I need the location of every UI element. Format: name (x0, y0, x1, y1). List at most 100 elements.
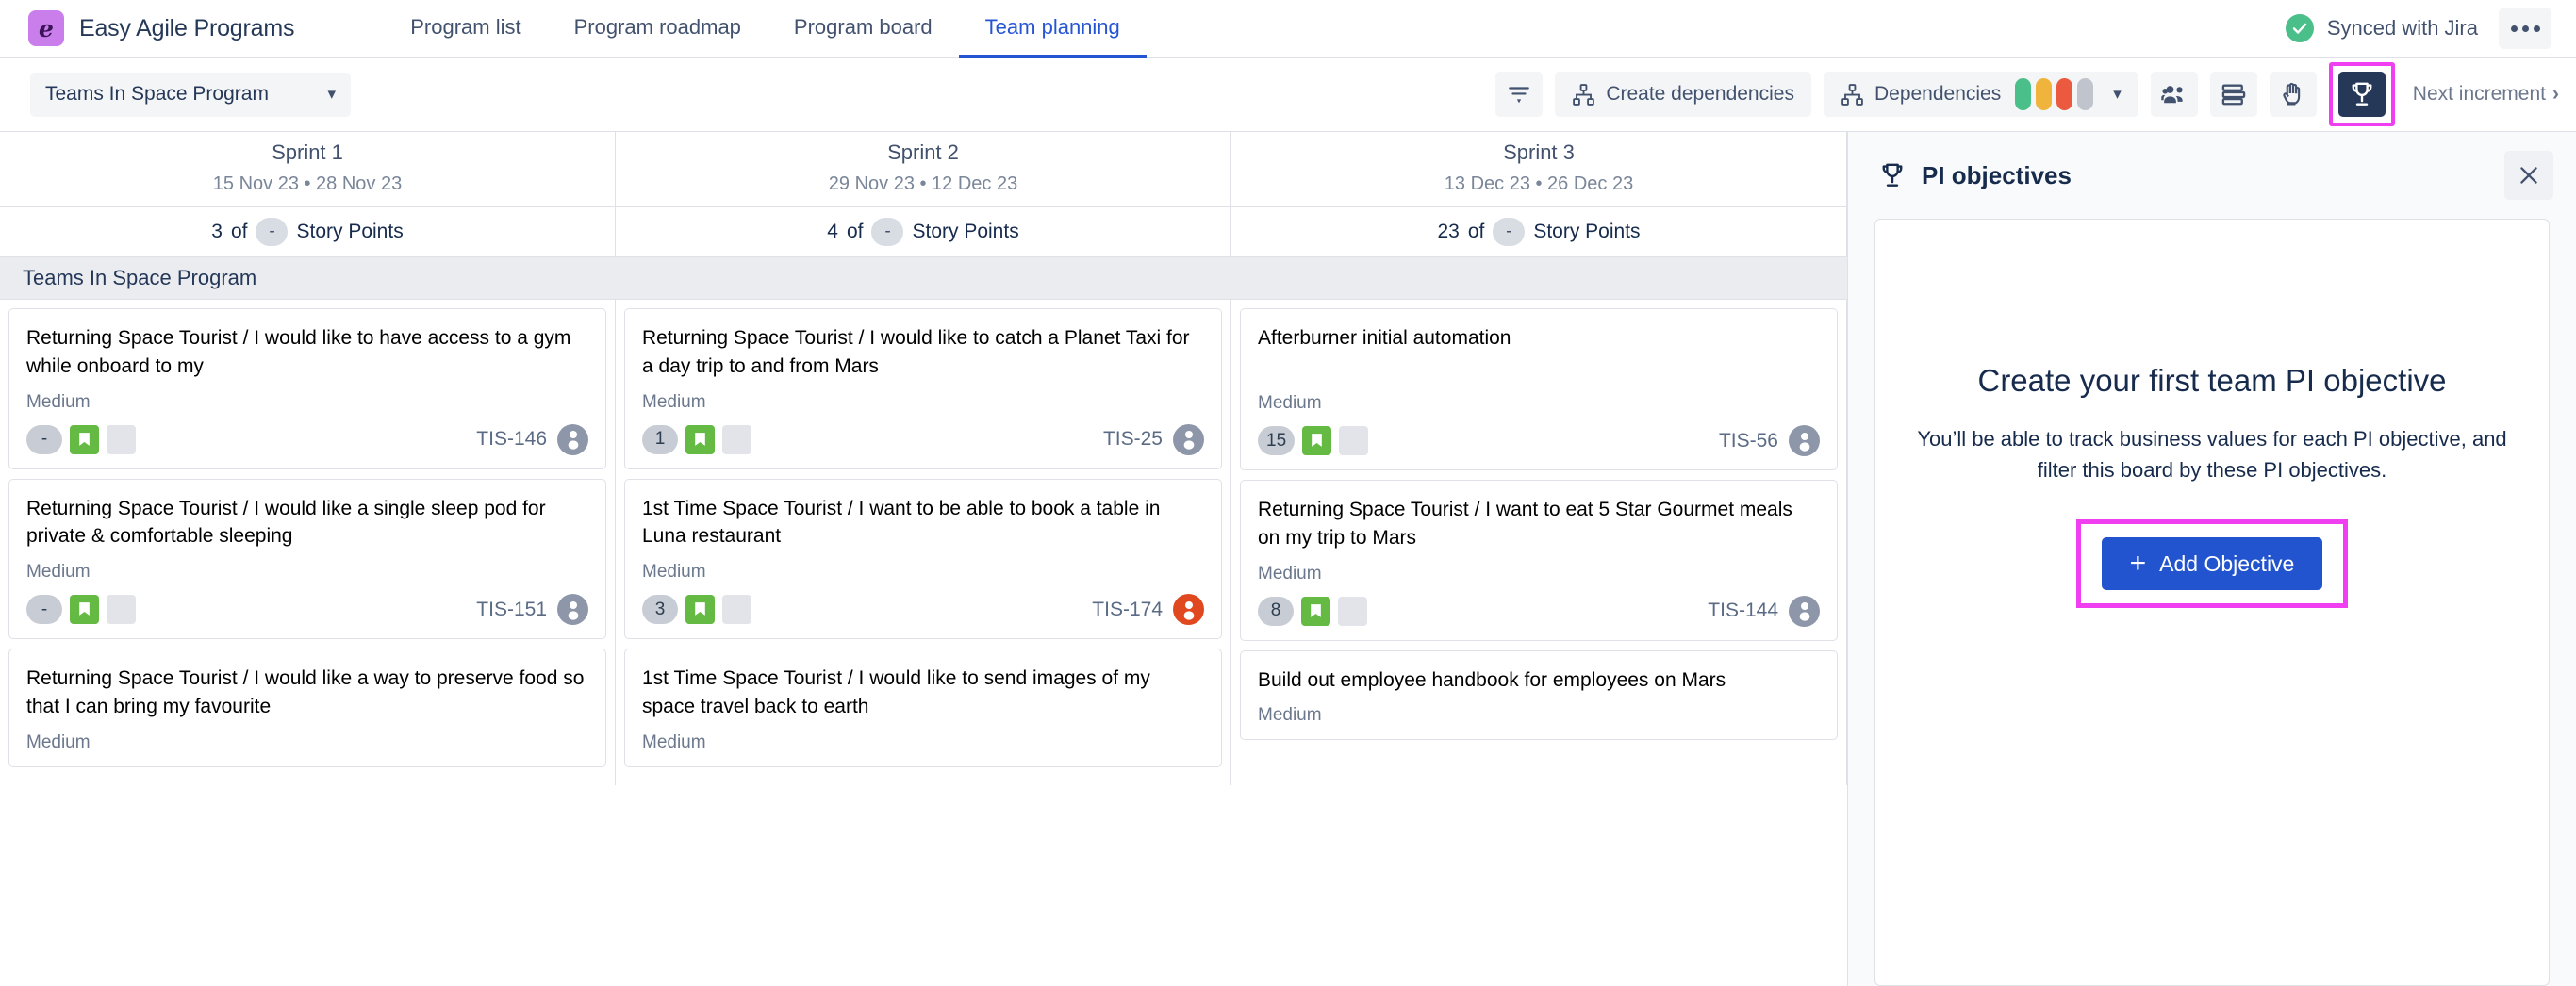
toolbar-actions: Create dependencies Dependencies ▾ Next … (1495, 62, 2576, 126)
program-select[interactable]: Teams In Space Program ▾ (30, 72, 351, 117)
dependencies-filter-button[interactable]: Dependencies ▾ (1823, 72, 2138, 117)
avatar[interactable] (1789, 595, 1820, 627)
sync-status: Synced with Jira (2285, 14, 2478, 42)
avatar[interactable] (557, 594, 588, 626)
swimlane-header[interactable]: Teams In Space Program (0, 257, 1847, 300)
points-done: 3 (211, 221, 223, 242)
issue-card[interactable]: 1st Time Space Tourist / I would like to… (624, 649, 1222, 767)
estimate-pill[interactable]: 3 (642, 595, 678, 625)
pan-hand-button[interactable] (2269, 72, 2317, 117)
estimate-pill[interactable]: 8 (1258, 596, 1294, 626)
story-points-row: 3 of - Story Points 4 of - Story Points … (0, 207, 1847, 257)
card-footer: 3 TIS-174 (642, 594, 1204, 626)
estimate-pill[interactable]: 1 (642, 424, 678, 454)
avatar[interactable] (1789, 425, 1820, 456)
issue-card[interactable]: Afterburner initial automation Medium 15… (1240, 308, 1838, 470)
story-type-icon (685, 424, 715, 454)
points-of-label: of (1467, 221, 1485, 242)
empty-state-title: Create your first team PI objective (1977, 363, 2447, 398)
brand-name: Easy Agile Programs (79, 14, 295, 41)
sprint-columns: Returning Space Tourist / I would like t… (0, 300, 1847, 785)
plus-icon: + (2129, 548, 2147, 579)
board-toolbar: Teams In Space Program ▾ Create dependen… (0, 58, 2576, 132)
estimate-pill[interactable]: - (26, 595, 62, 625)
sprint-name: Sprint 1 (272, 140, 343, 164)
tab-team-planning[interactable]: Team planning (958, 0, 1147, 58)
card-priority: Medium (642, 391, 706, 412)
issue-card[interactable]: Returning Space Tourist / I would like a… (8, 649, 606, 767)
issue-card[interactable]: Returning Space Tourist / I want to eat … (1240, 480, 1838, 641)
card-title: Build out employee handbook for employee… (1258, 668, 1726, 691)
issue-card[interactable]: Returning Space Tourist / I would like t… (624, 308, 1222, 469)
issue-card[interactable]: Returning Space Tourist / I would like t… (8, 308, 606, 469)
swatch-amber (2036, 78, 2053, 110)
dependencies-tree-icon (1841, 83, 1863, 106)
issue-card[interactable]: Build out employee handbook for employee… (1240, 649, 1838, 741)
dependencies-tree-icon (1573, 83, 1595, 106)
filter-button[interactable] (1495, 72, 1544, 117)
card-footer: 1 TIS-25 (642, 423, 1204, 455)
sprint-dates: 13 Dec 23 • 26 Dec 23 (1444, 173, 1634, 194)
sprint-column-header[interactable]: Sprint 1 15 Nov 23 • 28 Nov 23 (0, 132, 616, 206)
points-of-label: of (846, 221, 864, 242)
tab-program-roadmap[interactable]: Program roadmap (548, 0, 768, 58)
close-panel-button[interactable] (2504, 151, 2553, 200)
card-footer: 8 TIS-144 (1258, 595, 1820, 627)
dependencies-label: Dependencies (1874, 83, 2002, 105)
points-suffix: Story Points (1533, 221, 1641, 242)
hand-icon (2283, 82, 2300, 106)
card-priority: Medium (1258, 705, 1322, 726)
pi-objectives-button[interactable] (2337, 72, 2386, 117)
close-icon (2520, 167, 2537, 184)
tab-program-board[interactable]: Program board (768, 0, 959, 58)
create-dependencies-button[interactable]: Create dependencies (1555, 72, 1811, 117)
issue-key[interactable]: TIS-174 (1092, 599, 1163, 621)
primary-nav-tabs: Program list Program roadmap Program boa… (384, 0, 1147, 58)
top-navigation-bar: e Easy Agile Programs Program list Progr… (0, 0, 2576, 58)
story-type-icon (685, 595, 715, 625)
card-footer: - TIS-146 (26, 423, 588, 455)
blank-chip (107, 595, 136, 625)
add-objective-button[interactable]: + Add Objective (2101, 537, 2323, 590)
card-priority: Medium (642, 562, 706, 583)
estimate-pill[interactable]: 15 (1258, 426, 1296, 455)
points-total-pill[interactable]: - (871, 218, 904, 246)
empty-state-description: You’ll be able to track business values … (1917, 427, 2507, 482)
card-priority: Medium (642, 731, 706, 752)
sprint-name: Sprint 2 (887, 140, 959, 164)
easy-agile-logo-icon: e (28, 10, 64, 46)
tab-program-list[interactable]: Program list (384, 0, 547, 58)
card-title: Returning Space Tourist / I would like a… (26, 667, 585, 718)
card-title: Returning Space Tourist / I would like a… (26, 497, 546, 548)
sprint-capacity: 4 of - Story Points (616, 207, 1231, 256)
sprint-column-header[interactable]: Sprint 2 29 Nov 23 • 12 Dec 23 (616, 132, 1231, 206)
more-options-button[interactable] (2499, 8, 2551, 49)
sync-status-label: Synced with Jira (2326, 16, 2478, 40)
chevron-right-icon: › (2552, 83, 2559, 105)
brand: e Easy Agile Programs (0, 10, 294, 46)
panel-title-group: PI objectives (1878, 161, 2072, 190)
pi-objectives-highlight (2328, 62, 2395, 126)
avatar[interactable] (1173, 594, 1204, 626)
stack-view-button[interactable] (2209, 72, 2257, 117)
panel-title: PI objectives (1922, 160, 2072, 189)
issue-key[interactable]: TIS-25 (1103, 428, 1163, 451)
pi-objectives-panel: PI objectives Create your first team PI … (1847, 132, 2576, 986)
sprint-capacity: 23 of - Story Points (1231, 207, 1847, 256)
issue-key[interactable]: TIS-144 (1708, 600, 1778, 622)
issue-key[interactable]: TIS-56 (1719, 430, 1778, 452)
issue-card[interactable]: Returning Space Tourist / I would like a… (8, 478, 606, 640)
card-title: Returning Space Tourist / I want to eat … (1258, 499, 1792, 549)
board-vertical-scrollbar[interactable] (1841, 132, 1847, 986)
points-total-pill[interactable]: - (256, 218, 289, 246)
issue-key[interactable]: TIS-146 (476, 428, 547, 451)
estimate-pill[interactable]: - (26, 424, 62, 454)
avatar[interactable] (1173, 423, 1204, 455)
next-increment-button[interactable]: Next increment › (2407, 83, 2559, 106)
teams-button[interactable] (2150, 72, 2198, 117)
issue-card[interactable]: 1st Time Space Tourist / I want to be ab… (624, 478, 1222, 640)
sprint-column-header[interactable]: Sprint 3 13 Dec 23 • 26 Dec 23 (1231, 132, 1847, 206)
issue-key[interactable]: TIS-151 (476, 599, 547, 621)
avatar[interactable] (557, 423, 588, 455)
points-total-pill[interactable]: - (1493, 218, 1526, 246)
